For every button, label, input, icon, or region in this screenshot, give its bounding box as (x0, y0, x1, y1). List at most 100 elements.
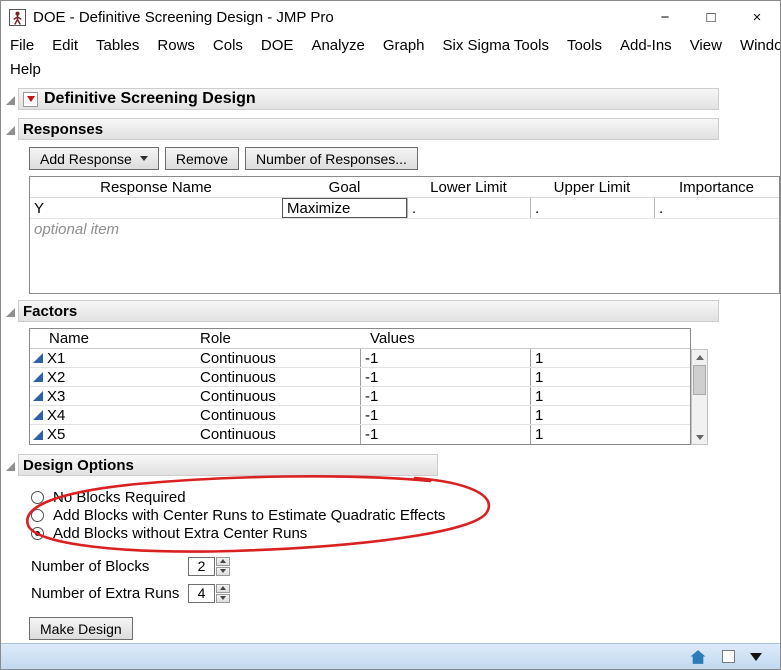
spin-down-icon (220, 596, 226, 600)
factor-name: X3 (47, 387, 66, 405)
col-header-values: Values (370, 330, 415, 347)
spin-up-button[interactable] (216, 583, 230, 593)
factor-name-cell[interactable]: X3 (30, 387, 187, 405)
factors-table-header: Name Role Values (30, 329, 690, 349)
table-row: X1 Continuous -1 1 (30, 349, 690, 368)
remove-button[interactable]: Remove (164, 147, 239, 170)
factor-value-cell[interactable]: 1 (530, 368, 690, 386)
table-row: X4 Continuous -1 1 (30, 406, 690, 425)
status-dropdown-icon[interactable] (750, 652, 762, 661)
number-of-extra-runs-input[interactable]: 4 (188, 583, 215, 603)
factor-value-cell[interactable]: -1 (360, 349, 530, 367)
table-row: X2 Continuous -1 1 (30, 368, 690, 387)
radio-button[interactable] (31, 526, 44, 540)
radio-no-blocks-required[interactable]: No Blocks Required (31, 488, 501, 506)
spin-up-button[interactable] (216, 556, 230, 566)
menu-item-analyze[interactable]: Analyze (302, 37, 373, 54)
continuous-factor-icon[interactable] (33, 372, 43, 382)
continuous-factor-icon[interactable] (33, 353, 43, 363)
spin-up-icon (220, 586, 226, 590)
factor-role-cell[interactable]: Continuous (187, 368, 360, 386)
collapse-triangle-main[interactable] (6, 96, 15, 105)
menu-item-tables[interactable]: Tables (87, 37, 148, 54)
main-outline-header: Definitive Screening Design (18, 88, 719, 110)
menu-item-cols[interactable]: Cols (204, 37, 252, 54)
scroll-down-button[interactable] (692, 430, 707, 444)
radio-add-blocks-without-extra-center-runs[interactable]: Add Blocks without Extra Center Runs (31, 524, 501, 542)
factor-role-cell[interactable]: Continuous (187, 406, 360, 424)
status-checkbox-icon[interactable] (722, 650, 735, 663)
factor-name-cell[interactable]: X1 (30, 349, 187, 367)
collapse-triangle-responses[interactable] (6, 126, 15, 135)
menu-item-help[interactable]: Help (1, 61, 50, 78)
radio-add-blocks-center-runs[interactable]: Add Blocks with Center Runs to Estimate … (31, 506, 501, 524)
importance-cell[interactable]: . (654, 198, 779, 218)
red-triangle-menu-button[interactable] (23, 91, 38, 107)
maximize-button[interactable]: □ (688, 1, 734, 33)
menu-item-doe[interactable]: DOE (252, 37, 303, 54)
menu-item-view[interactable]: View (681, 37, 731, 54)
factors-scrollbar[interactable] (691, 349, 708, 445)
menu-item-graph[interactable]: Graph (374, 37, 434, 54)
make-design-button[interactable]: Make Design (29, 617, 133, 640)
continuous-factor-icon[interactable] (33, 410, 43, 420)
report-content: Definitive Screening Design Responses Ad… (1, 83, 780, 643)
collapse-triangle-factors[interactable] (6, 308, 15, 317)
factor-role-cell[interactable]: Continuous (187, 387, 360, 405)
factor-name: X2 (47, 368, 66, 386)
factor-value-cell[interactable]: 1 (530, 425, 690, 444)
factor-name-cell[interactable]: X4 (30, 406, 187, 424)
add-response-button[interactable]: Add Response (29, 147, 159, 170)
factor-value-cell[interactable]: -1 (360, 406, 530, 424)
spin-down-button[interactable] (216, 593, 230, 603)
continuous-factor-icon[interactable] (33, 391, 43, 401)
number-of-blocks-input[interactable]: 2 (188, 556, 215, 576)
radio-button[interactable] (31, 490, 44, 504)
number-of-responses-button[interactable]: Number of Responses... (244, 147, 418, 170)
scroll-up-button[interactable] (692, 350, 707, 364)
factors-table-wrap: Name Role Values X1 Continuous -1 1 X2 C… (29, 328, 780, 445)
continuous-factor-icon[interactable] (33, 429, 43, 440)
spin-down-button[interactable] (216, 566, 230, 576)
factor-name-cell[interactable]: X2 (30, 368, 187, 386)
factor-role-cell[interactable]: Continuous (187, 349, 360, 367)
factor-value-cell[interactable]: 1 (530, 349, 690, 367)
menu-item-six-sigma-tools[interactable]: Six Sigma Tools (434, 37, 558, 54)
factor-value-cell[interactable]: -1 (360, 425, 530, 444)
factor-role-cell[interactable]: Continuous (187, 425, 360, 444)
table-row: Y Maximize . . . (30, 198, 779, 219)
menu-bar: File Edit Tables Rows Cols DOE Analyze G… (1, 33, 780, 83)
home-icon[interactable] (689, 649, 707, 665)
optional-item-row[interactable]: optional item (30, 219, 779, 240)
goal-cell[interactable]: Maximize (282, 198, 407, 218)
minimize-button[interactable]: − (642, 1, 688, 33)
factor-name-cell[interactable]: X5 (30, 425, 187, 444)
menu-item-edit[interactable]: Edit (43, 37, 87, 54)
responses-title: Responses (23, 120, 104, 138)
collapse-triangle-design-options[interactable] (6, 462, 15, 471)
jmp-window: DOE - Definitive Screening Design - JMP … (0, 0, 781, 670)
scrollbar-thumb[interactable] (693, 365, 706, 395)
factor-value-cell[interactable]: -1 (360, 368, 530, 386)
menu-item-file[interactable]: File (1, 37, 43, 54)
factor-value-cell[interactable]: 1 (530, 387, 690, 405)
lower-limit-cell[interactable]: . (407, 198, 530, 218)
factors-header: Factors (18, 300, 719, 322)
response-name-cell[interactable]: Y (30, 198, 282, 218)
factor-value-cell[interactable]: -1 (360, 387, 530, 405)
col-header-upper-limit: Upper Limit (553, 178, 631, 196)
menu-item-add-ins[interactable]: Add-Ins (611, 37, 681, 54)
scroll-down-icon (695, 434, 704, 440)
radio-button[interactable] (31, 508, 44, 522)
menu-item-window[interactable]: Window (731, 37, 780, 54)
chevron-down-icon (139, 156, 148, 161)
menu-item-tools[interactable]: Tools (558, 37, 611, 54)
menu-item-rows[interactable]: Rows (148, 37, 204, 54)
radio-label: Add Blocks with Center Runs to Estimate … (53, 506, 446, 524)
upper-limit-cell[interactable]: . (530, 198, 654, 218)
col-header-importance: Importance (678, 178, 755, 196)
close-button[interactable]: × (734, 1, 780, 33)
design-options-header: Design Options (18, 454, 438, 476)
spin-down-icon (220, 569, 226, 573)
factor-value-cell[interactable]: 1 (530, 406, 690, 424)
